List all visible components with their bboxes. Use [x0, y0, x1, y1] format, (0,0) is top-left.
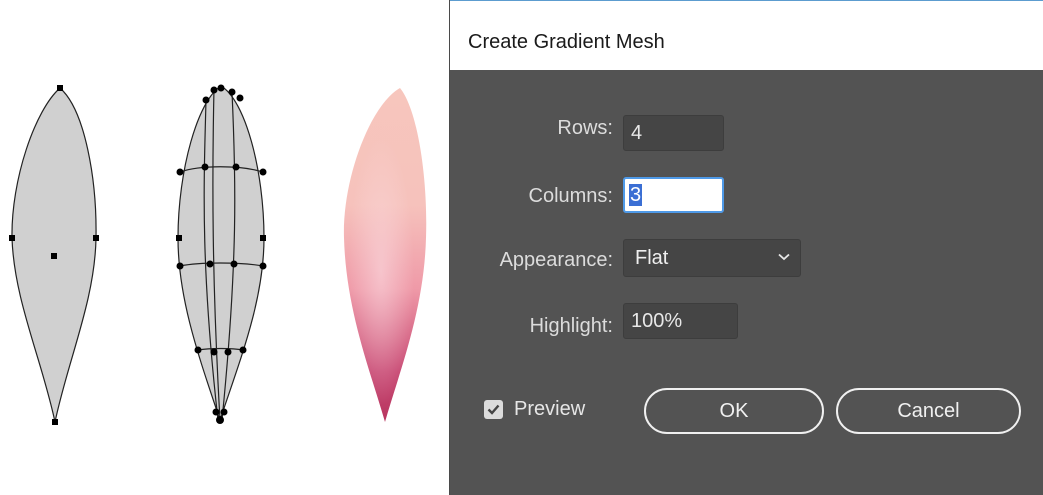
petal-shape-gradient[interactable] — [343, 88, 427, 422]
petal-shape-outline[interactable] — [9, 85, 99, 425]
columns-label: Columns: — [528, 185, 613, 207]
artboard-canvas — [0, 0, 450, 495]
cancel-button[interactable]: Cancel — [836, 388, 1021, 434]
petal-shape-mesh[interactable] — [176, 84, 267, 425]
checkmark-icon — [487, 404, 500, 415]
rows-label: Rows: — [557, 117, 613, 139]
highlight-label: Highlight: — [529, 315, 613, 337]
columns-value: 3 — [629, 184, 643, 206]
rows-field[interactable]: 4 — [623, 115, 724, 151]
dialog-title: Create Gradient Mesh — [468, 31, 665, 53]
appearance-label: Appearance: — [499, 249, 613, 271]
artboard-illustration — [9, 84, 427, 425]
preview-checkbox[interactable] — [484, 400, 503, 419]
columns-field[interactable]: 3 — [623, 177, 724, 213]
dialog-body: Rows: 4 Columns: 3 Appearance: Flat High… — [450, 70, 1043, 495]
create-gradient-mesh-dialog: Create Gradient Mesh Rows: 4 Columns: 3 … — [449, 0, 1043, 495]
appearance-dropdown[interactable]: Flat — [623, 239, 801, 277]
preview-label[interactable]: Preview — [514, 398, 585, 421]
ok-button[interactable]: OK — [644, 388, 824, 434]
dialog-titlebar[interactable]: Create Gradient Mesh — [450, 0, 1043, 70]
appearance-value: Flat — [635, 247, 669, 269]
chevron-down-icon — [778, 253, 790, 261]
highlight-field[interactable]: 100% — [623, 303, 738, 339]
